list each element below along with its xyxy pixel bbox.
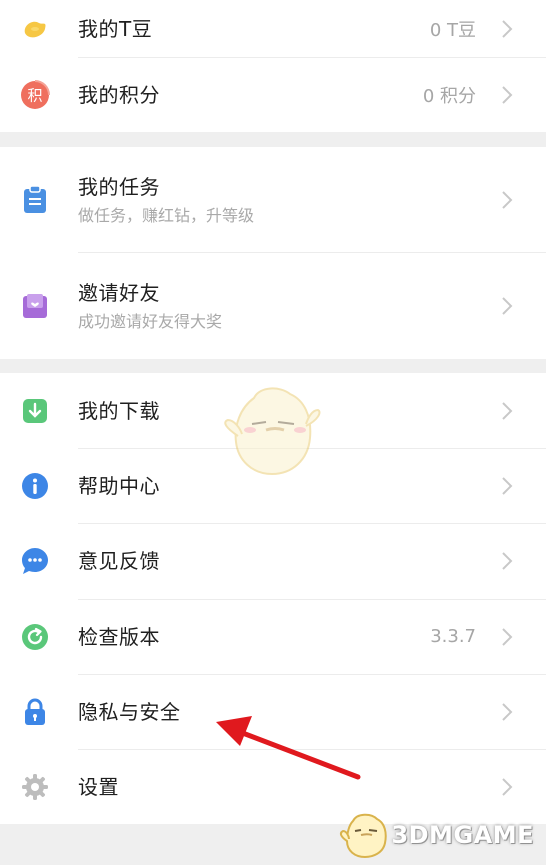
- settings-label: 设置: [78, 774, 119, 799]
- chevron-right-icon: [492, 296, 522, 316]
- invite-friends-row[interactable]: 邀请好友 成功邀请好友得大奖: [0, 252, 546, 359]
- feedback-texts: 意见反馈: [78, 548, 492, 574]
- info-icon: [20, 471, 50, 501]
- chevron-right-icon: [492, 777, 522, 797]
- chevron-right-icon: [492, 19, 522, 39]
- points-icon: 积: [20, 79, 50, 110]
- my-tasks-row[interactable]: 我的任务 做任务，赚红钻，升等级: [0, 147, 546, 252]
- gear-icon: [20, 772, 50, 802]
- settings-texts: 设置: [78, 774, 492, 800]
- lock-icon: [20, 697, 50, 727]
- download-icon: [20, 396, 50, 426]
- invite-friends-label: 邀请好友: [78, 280, 160, 305]
- bean-icon: [20, 14, 50, 44]
- check-version-row[interactable]: 检查版本 3.3.7: [0, 599, 546, 674]
- my-tasks-subtitle: 做任务，赚红钻，升等级: [78, 205, 255, 225]
- my-tasks-label: 我的任务: [78, 174, 160, 199]
- brand-mascot-logo: [340, 813, 388, 859]
- account-group: 我的T豆 0 T豆 积 我的积分 0 积分: [0, 0, 546, 132]
- my-points-row[interactable]: 积 我的积分 0 积分: [0, 57, 546, 132]
- my-tbeans-value: 0 T豆: [429, 19, 476, 41]
- my-points-label: 我的积分: [78, 82, 160, 107]
- my-tbeans-row[interactable]: 我的T豆 0 T豆: [0, 0, 546, 57]
- my-tbeans-texts: 我的T豆: [78, 16, 430, 42]
- chevron-right-icon: [492, 551, 522, 571]
- my-tasks-texts: 我的任务 做任务，赚红钻，升等级: [78, 174, 492, 226]
- invite-envelope-icon: [20, 291, 50, 321]
- chevron-right-icon: [492, 401, 522, 421]
- refresh-icon: [20, 622, 50, 652]
- mascot-watermark: [218, 386, 328, 482]
- chevron-right-icon: [492, 476, 522, 496]
- feedback-chat-icon: [20, 546, 50, 576]
- points-icon-glyph: 积: [27, 86, 42, 104]
- chevron-right-icon: [492, 190, 522, 210]
- check-version-label: 检查版本: [78, 624, 160, 649]
- tasks-group: 我的任务 做任务，赚红钻，升等级 邀请好友 成功邀请好友得大奖: [0, 147, 546, 359]
- chevron-right-icon: [492, 627, 522, 647]
- my-tbeans-label: 我的T豆: [78, 16, 153, 41]
- version-number: 3.3.7: [430, 626, 476, 647]
- brand-watermark-text: 3DMGAME: [391, 821, 534, 849]
- clipboard-icon: [20, 185, 50, 215]
- privacy-security-texts: 隐私与安全: [78, 699, 492, 725]
- privacy-security-row[interactable]: 隐私与安全: [0, 674, 546, 749]
- brand-watermark: 3DMGAME: [339, 811, 534, 859]
- check-version-texts: 检查版本: [78, 624, 430, 650]
- invite-friends-subtitle: 成功邀请好友得大奖: [78, 311, 223, 331]
- chevron-right-icon: [492, 702, 522, 722]
- my-points-texts: 我的积分: [78, 82, 423, 108]
- feedback-row[interactable]: 意见反馈: [0, 523, 546, 599]
- chevron-right-icon: [492, 85, 522, 105]
- my-points-value: 0 积分: [422, 85, 476, 107]
- privacy-security-label: 隐私与安全: [78, 699, 181, 724]
- invite-friends-texts: 邀请好友 成功邀请好友得大奖: [78, 280, 492, 332]
- feedback-label: 意见反馈: [78, 549, 160, 573]
